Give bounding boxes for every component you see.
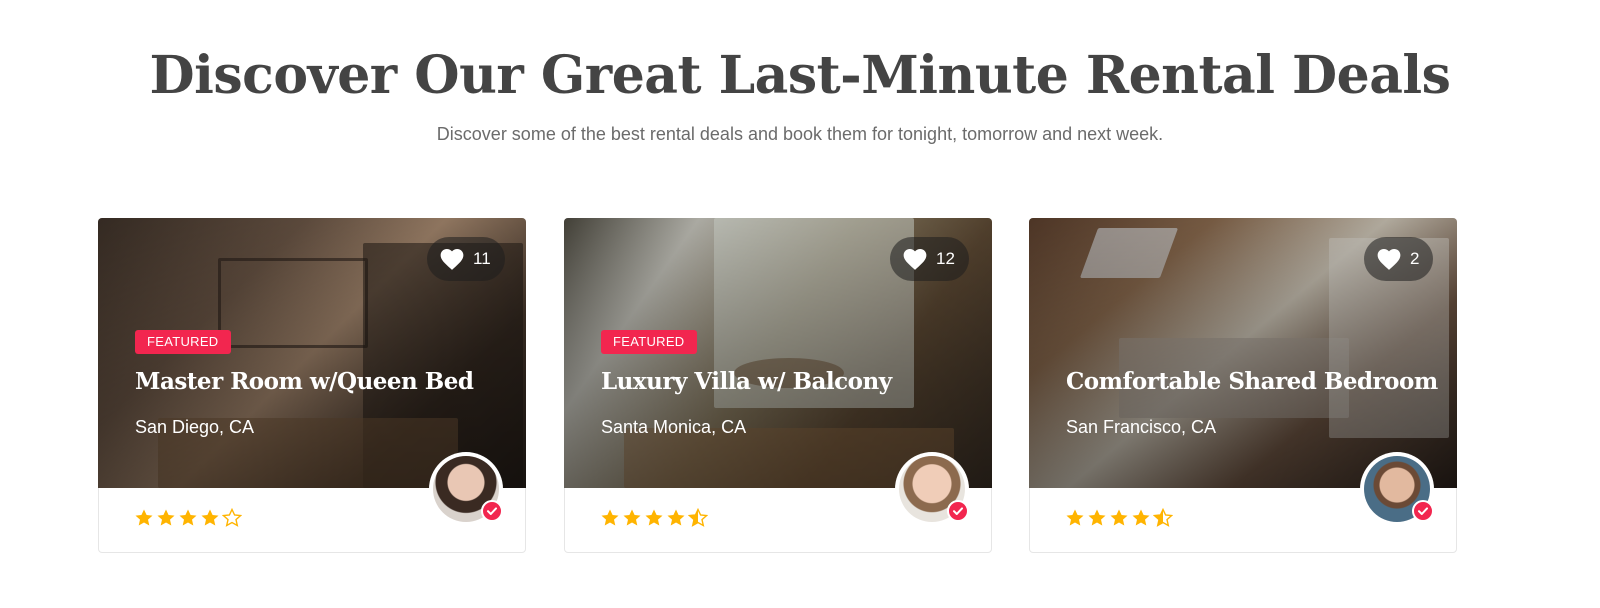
listing-location: Santa Monica, CA: [601, 417, 747, 437]
star-full-icon: [1088, 509, 1106, 526]
listing-card[interactable]: 12 FEATURED Luxury Villa w/ Balcony Sant…: [564, 218, 992, 553]
star-full-icon: [179, 509, 197, 526]
likes-button[interactable]: 12: [890, 237, 969, 281]
listing-card[interactable]: 2 Comfortable Shared Bedroom San Francis…: [1029, 218, 1457, 553]
listing-title[interactable]: Master Room w/Queen Bed: [135, 367, 474, 397]
star-empty-icon: [222, 508, 242, 527]
page-subtitle: Discover some of the best rental deals a…: [436, 124, 1164, 144]
star-full-icon: [1066, 509, 1084, 526]
star-full-icon: [601, 509, 619, 526]
page-title: Discover Our Great Last-Minute Rental De…: [149, 45, 1451, 106]
star-half-icon: [1153, 508, 1173, 527]
verified-icon: [481, 500, 503, 522]
star-full-icon: [157, 509, 175, 526]
host-avatar[interactable]: [1360, 452, 1434, 526]
listing-title[interactable]: Comfortable Shared Bedroom: [1066, 367, 1438, 397]
rating-stars: [1065, 508, 1173, 528]
star-full-icon: [135, 509, 153, 526]
rating-stars: [600, 508, 708, 528]
star-full-icon: [201, 509, 219, 526]
likes-count: 12: [936, 249, 955, 268]
rating-stars: [134, 508, 242, 528]
featured-badge: FEATURED: [135, 330, 231, 354]
star-full-icon: [667, 509, 685, 526]
heart-icon: [1377, 249, 1401, 270]
likes-count: 2: [1410, 249, 1420, 268]
host-avatar[interactable]: [895, 452, 969, 526]
listing-location: San Diego, CA: [135, 417, 255, 437]
likes-count: 11: [473, 249, 491, 268]
star-full-icon: [1110, 509, 1128, 526]
heart-icon: [440, 249, 464, 270]
host-avatar[interactable]: [429, 452, 503, 526]
listing-location: San Francisco, CA: [1066, 417, 1217, 437]
verified-icon: [947, 500, 969, 522]
listing-card[interactable]: 11 FEATURED Master Room w/Queen Bed San …: [98, 218, 526, 553]
star-full-icon: [623, 509, 641, 526]
verified-icon: [1412, 500, 1434, 522]
featured-badge: FEATURED: [601, 330, 697, 354]
likes-button[interactable]: 11: [427, 237, 505, 281]
star-full-icon: [645, 509, 663, 526]
listing-title[interactable]: Luxury Villa w/ Balcony: [601, 367, 892, 397]
heart-icon: [903, 249, 927, 270]
likes-button[interactable]: 2: [1364, 237, 1434, 281]
star-half-icon: [688, 508, 708, 527]
star-full-icon: [1132, 509, 1150, 526]
